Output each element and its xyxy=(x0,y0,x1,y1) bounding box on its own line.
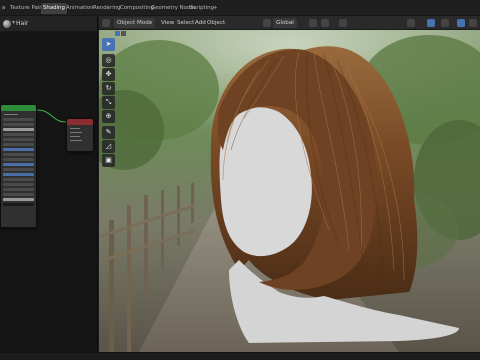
shader-node-editor[interactable]: ▾ Hair xyxy=(0,16,98,360)
menu-view[interactable]: View xyxy=(161,18,174,28)
rotate-tool-icon: ↻ xyxy=(105,84,112,92)
socket-row xyxy=(4,114,18,115)
color-field[interactable] xyxy=(3,198,34,201)
menu-object[interactable]: Object xyxy=(207,18,225,28)
node-field[interactable] xyxy=(3,188,34,191)
select-mode-extend-icon[interactable] xyxy=(121,31,126,36)
add-cube-tool-icon: ▣ xyxy=(105,156,112,164)
socket-row xyxy=(70,128,80,129)
node-field[interactable] xyxy=(3,193,34,196)
transform-orientation-dropdown[interactable]: Global xyxy=(273,18,297,28)
visibility-icon[interactable] xyxy=(407,19,415,27)
measure-tool-icon: ◿ xyxy=(105,142,112,150)
measure-tool-button[interactable]: ◿ xyxy=(102,140,115,153)
annotate-tool-button[interactable]: ✎ xyxy=(102,126,115,139)
node-field[interactable] xyxy=(3,158,34,161)
principled-bsdf-node[interactable] xyxy=(0,104,37,228)
tab-partial[interactable]: a xyxy=(0,3,7,14)
viewport-header: Object Mode View Select Add Object Globa… xyxy=(99,16,480,30)
slider-field[interactable] xyxy=(3,173,34,176)
select-mode-new-icon[interactable] xyxy=(115,31,120,36)
menu-add[interactable]: Add xyxy=(195,18,206,28)
select-tool-icon: ➤ xyxy=(105,40,112,48)
node-field[interactable] xyxy=(3,168,34,171)
3d-viewport[interactable] xyxy=(99,30,480,352)
orientation-icon[interactable] xyxy=(263,19,271,27)
select-tool-button[interactable]: ➤ xyxy=(102,38,115,51)
viewport-toolbar: ➤ ◎ ✥ ↻ ⤡ ⊕ ✎ ◿ ▣ xyxy=(101,38,117,167)
node-field[interactable] xyxy=(3,183,34,186)
snap-icon[interactable] xyxy=(321,19,329,27)
material-output-node[interactable] xyxy=(66,118,94,152)
move-tool-button[interactable]: ✥ xyxy=(102,68,115,81)
transform-tool-icon: ⊕ xyxy=(105,112,112,120)
add-workspace-button[interactable]: + xyxy=(211,3,220,14)
cursor-tool-icon: ◎ xyxy=(105,56,112,64)
node-field[interactable] xyxy=(3,153,34,156)
node-field[interactable] xyxy=(3,123,34,126)
overlay-toggle-icon[interactable] xyxy=(441,19,449,27)
transform-tool-button[interactable]: ⊕ xyxy=(102,110,115,123)
node-header xyxy=(1,105,36,111)
color-field[interactable] xyxy=(3,128,34,131)
socket-row xyxy=(70,140,82,141)
rotate-tool-button[interactable]: ↻ xyxy=(102,82,115,95)
menu-select[interactable]: Select xyxy=(177,18,194,28)
node-field[interactable] xyxy=(3,143,34,146)
node-field[interactable] xyxy=(3,118,34,121)
editor-type-icon[interactable] xyxy=(102,19,110,27)
slider-field[interactable] xyxy=(3,148,34,151)
move-tool-icon: ✥ xyxy=(105,70,112,78)
cursor-tool-button[interactable]: ◎ xyxy=(102,54,115,67)
add-cube-tool-button[interactable]: ▣ xyxy=(102,154,115,167)
node-field[interactable] xyxy=(3,178,34,181)
workspace-tab-bar: a Texture Paint Shading Animation Render… xyxy=(0,0,480,16)
scale-tool-button[interactable]: ⤡ xyxy=(102,96,115,109)
proportional-edit-icon[interactable] xyxy=(339,19,347,27)
xray-toggle-icon[interactable] xyxy=(457,19,465,27)
gizmo-toggle-icon[interactable] xyxy=(427,19,435,27)
annotate-tool-icon: ✎ xyxy=(105,128,112,136)
socket-row xyxy=(70,132,82,133)
scale-tool-icon: ⤡ xyxy=(105,98,112,106)
slider-field[interactable] xyxy=(3,163,34,166)
color-field[interactable] xyxy=(3,203,34,206)
viewport-render xyxy=(99,30,480,352)
object-mode-dropdown[interactable]: Object Mode xyxy=(114,18,156,28)
pivot-icon[interactable] xyxy=(309,19,317,27)
status-bar xyxy=(0,352,480,360)
shading-mode-icon[interactable] xyxy=(469,19,477,27)
node-field[interactable] xyxy=(3,138,34,141)
node-header xyxy=(67,119,93,125)
node-field[interactable] xyxy=(3,133,34,136)
socket-row xyxy=(70,136,80,137)
